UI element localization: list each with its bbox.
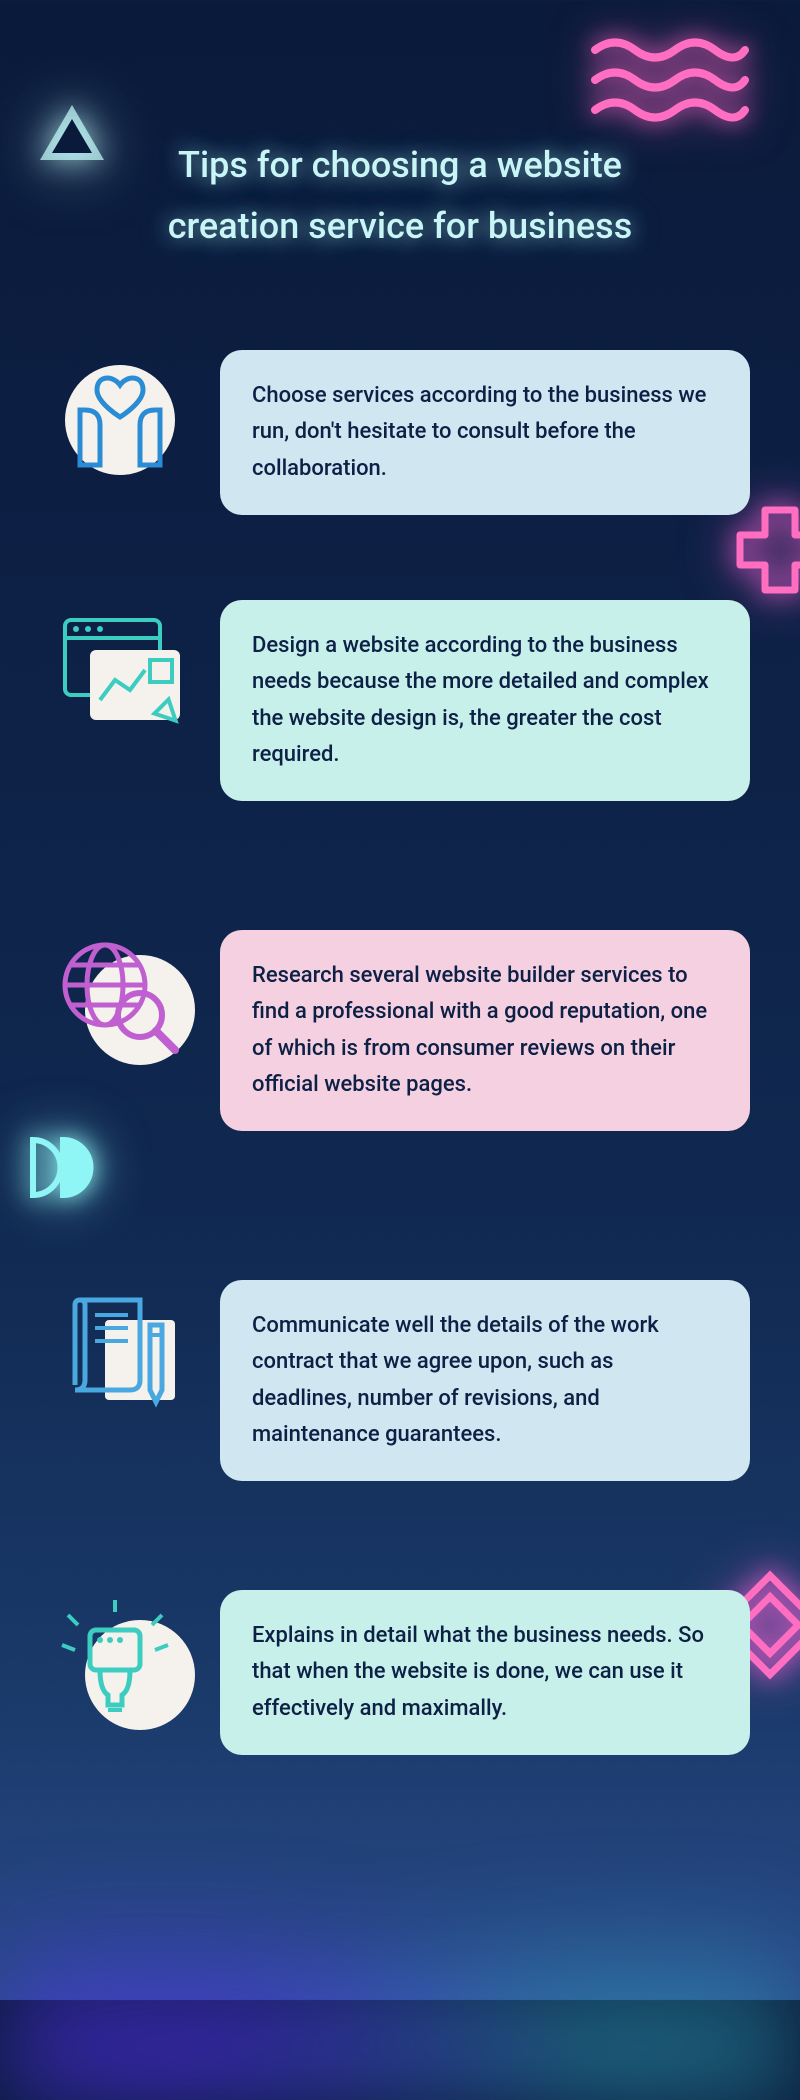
tip-text: Communicate well the details of the work…: [252, 1313, 659, 1447]
tip-text: Design a website according to the busine…: [252, 633, 709, 767]
tip-item: Explains in detail what the business nee…: [50, 1590, 750, 1755]
neon-triangle-icon: [40, 105, 104, 160]
tip-item: Research several website builder service…: [50, 930, 750, 1131]
globe-search-icon: [50, 930, 190, 1070]
bottom-glow: [0, 1800, 800, 2100]
tip-card: Communicate well the details of the work…: [220, 1280, 750, 1481]
tip-card: Explains in detail what the business nee…: [220, 1590, 750, 1755]
tip-text: Explains in detail what the business nee…: [252, 1623, 704, 1721]
tip-item: Communicate well the details of the work…: [50, 1280, 750, 1481]
webpage-chart-icon: [50, 600, 190, 740]
neon-cross-icon: [730, 500, 800, 600]
tip-item: Design a website according to the busine…: [50, 600, 750, 801]
neon-waves-icon: [590, 35, 750, 125]
tip-text: Research several website builder service…: [252, 963, 707, 1097]
tip-card: Research several website builder service…: [220, 930, 750, 1131]
tip-text: Choose services according to the busines…: [252, 383, 706, 481]
tip-card: Design a website according to the busine…: [220, 600, 750, 801]
tip-card: Choose services according to the busines…: [220, 350, 750, 515]
page-title: Tips for choosing a website creation ser…: [120, 135, 680, 257]
document-pencil-icon: [50, 1280, 190, 1420]
tip-item: Choose services according to the busines…: [50, 350, 750, 515]
neon-dd-icon: [25, 1130, 100, 1205]
lightbulb-icon: [50, 1590, 190, 1730]
hands-heart-icon: [50, 350, 190, 490]
